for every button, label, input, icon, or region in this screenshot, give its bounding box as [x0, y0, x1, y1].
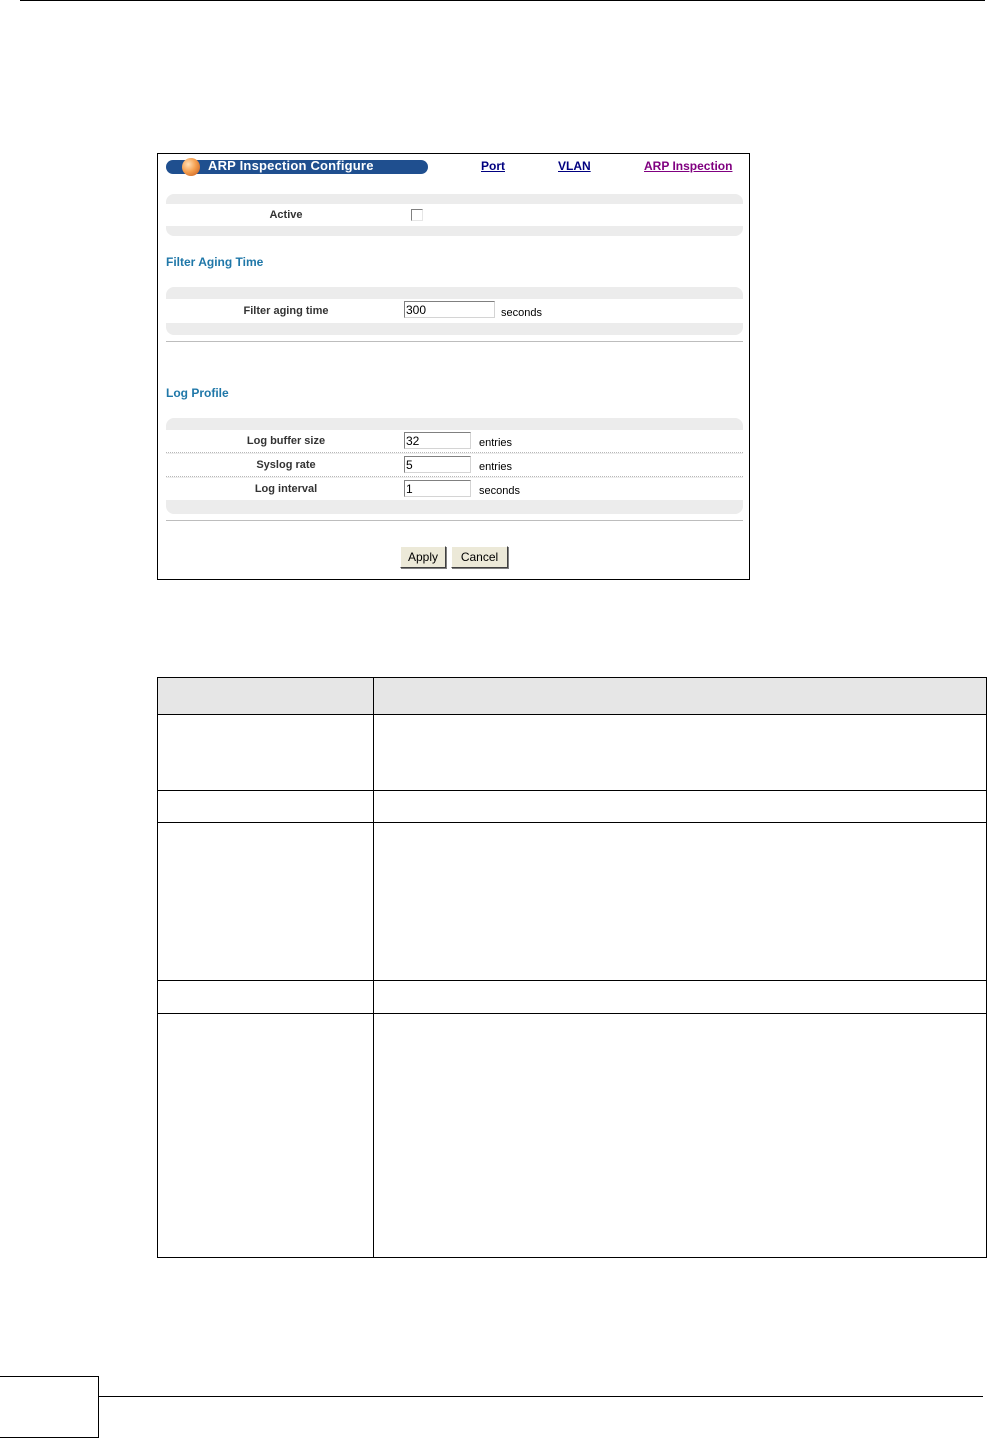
table-header-row — [157, 677, 987, 715]
table-row — [157, 980, 987, 1014]
syslog-rate-label: Syslog rate — [256, 459, 316, 471]
filter-aging-unit: seconds — [501, 307, 542, 319]
nav-link-arp-inspection[interactable]: ARP Inspection — [644, 159, 732, 173]
log-profile-heading: Log Profile — [166, 386, 229, 400]
cancel-button[interactable]: Cancel — [451, 546, 508, 568]
active-checkbox[interactable] — [411, 209, 423, 221]
table-row — [157, 1013, 987, 1258]
page-top-rule — [20, 0, 985, 1]
log-interval-input[interactable] — [404, 480, 471, 497]
table-header-description — [373, 677, 987, 715]
panel-title: ARP Inspection Configure — [208, 158, 374, 173]
table-header-label — [157, 677, 374, 715]
footer-rule — [99, 1396, 983, 1397]
table-row — [157, 822, 987, 981]
filter-aging-label: Filter aging time — [243, 305, 329, 317]
active-box: Active — [166, 194, 743, 236]
nav-link-port[interactable]: Port — [481, 159, 505, 173]
description-table — [157, 677, 987, 1258]
log-buffer-input[interactable] — [404, 432, 471, 449]
log-interval-row: Log interval seconds — [166, 478, 743, 500]
log-profile-box: Log buffer size entries Syslog rate entr… — [166, 418, 743, 514]
filter-aging-heading: Filter Aging Time — [166, 255, 264, 269]
page-number-box — [0, 1376, 99, 1438]
syslog-rate-row: Syslog rate entries — [166, 454, 743, 477]
active-row: Active — [166, 204, 743, 226]
log-interval-unit: seconds — [479, 485, 520, 497]
syslog-rate-input[interactable] — [404, 456, 471, 473]
nav-link-vlan[interactable]: VLAN — [558, 159, 591, 173]
table-row — [157, 790, 987, 823]
log-buffer-unit: entries — [479, 437, 513, 449]
orb-icon — [182, 158, 200, 176]
apply-button[interactable]: Apply — [400, 546, 446, 568]
table-row — [157, 714, 987, 791]
filter-aging-box: Filter aging time seconds — [166, 287, 743, 335]
log-buffer-row: Log buffer size entries — [166, 430, 743, 453]
filter-aging-input[interactable] — [404, 301, 495, 318]
arp-inspection-panel: ARP Inspection Configure Port VLAN ARP I… — [157, 153, 750, 580]
section-divider — [166, 341, 743, 342]
active-label: Active — [269, 209, 303, 221]
bottom-divider — [166, 520, 743, 521]
filter-aging-row: Filter aging time seconds — [166, 299, 743, 323]
log-interval-label: Log interval — [254, 483, 318, 495]
syslog-rate-unit: entries — [479, 461, 513, 473]
log-buffer-label: Log buffer size — [246, 435, 326, 447]
